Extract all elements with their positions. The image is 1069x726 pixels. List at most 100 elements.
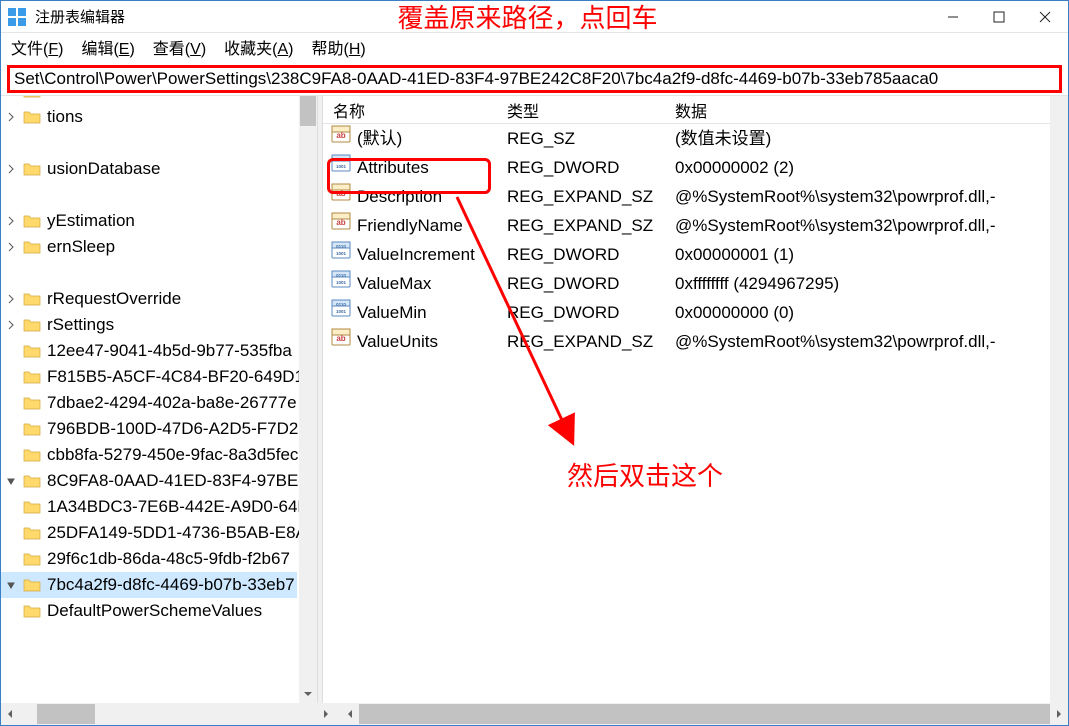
binary-value-icon: 01101001 xyxy=(331,298,351,327)
value-type: REG_EXPAND_SZ xyxy=(507,182,675,211)
value-row[interactable]: 01101001 ValueMax REG_DWORD0xffffffff (429… xyxy=(323,269,1068,298)
value-data: 0x00000001 (1) xyxy=(675,240,1068,269)
tree-item[interactable]: rSettings xyxy=(1,312,297,338)
value-data: @%SystemRoot%\system32\powrprof.dll,- xyxy=(675,211,1068,240)
binary-value-icon: 0110 1001 xyxy=(331,153,351,182)
tree-label: yEstimation xyxy=(47,208,135,234)
menu-favorites[interactable]: 收藏夹(A) xyxy=(224,35,293,59)
value-name: (默认) xyxy=(357,124,402,153)
tree-item[interactable]: rfaces xyxy=(1,96,297,104)
col-data[interactable]: 数据 xyxy=(675,98,1068,122)
value-type: REG_DWORD xyxy=(507,269,675,298)
annotation-top: 覆盖原来路径，点回车 xyxy=(125,0,930,35)
values-pane[interactable]: 名称 类型 数据 ab(默认)REG_SZ(数值未设置)01101001Attr… xyxy=(323,96,1068,703)
value-name: Description xyxy=(357,182,442,211)
tree-label: 7dbae2-4294-402a-ba8e-26777e xyxy=(47,390,297,416)
value-row[interactable]: abFriendlyName REG_EXPAND_SZ@%SystemRoot%… xyxy=(323,211,1068,240)
tree-item[interactable]: 29f6c1db-86da-48c5-9fdb-f2b67 xyxy=(1,546,297,572)
tree-label: rfaces xyxy=(47,96,93,104)
tree-label: 1A34BDC3-7E6B-442E-A9D0-64B xyxy=(47,494,309,520)
value-row[interactable]: 0110 1001 Attributes REG_DWORD0x00000002 (2… xyxy=(323,153,1068,182)
tree-item[interactable]: 7dbae2-4294-402a-ba8e-26777e xyxy=(1,390,297,416)
tree-label: 29f6c1db-86da-48c5-9fdb-f2b67 xyxy=(47,546,290,572)
value-row[interactable]: ab ValueUnits REG_EXPAND_SZ@%SystemRoot%\s… xyxy=(323,327,1068,356)
minimize-button[interactable] xyxy=(930,2,976,32)
maximize-button[interactable] xyxy=(976,2,1022,32)
scroll-down-icon[interactable] xyxy=(299,685,317,703)
menu-view[interactable]: 查看(V) xyxy=(153,35,206,59)
col-type[interactable]: 类型 xyxy=(507,98,675,122)
tree-item[interactable]: cbb8fa-5279-450e-9fac-8a3d5fec xyxy=(1,442,297,468)
scroll-left-icon-2[interactable] xyxy=(341,703,359,725)
tree-item[interactable]: usionDatabase xyxy=(1,156,297,182)
tree-item[interactable]: tions xyxy=(1,104,297,130)
svg-text:ab: ab xyxy=(336,334,345,343)
value-name: Attributes xyxy=(357,153,429,182)
value-data: (数值未设置) xyxy=(675,124,1068,153)
svg-text:1001: 1001 xyxy=(336,164,347,169)
svg-text:0110: 0110 xyxy=(336,244,346,249)
value-data: 0x00000000 (0) xyxy=(675,298,1068,327)
tree-label: rSettings xyxy=(47,312,114,338)
value-row[interactable]: ab(默认) REG_SZ(数值未设置) xyxy=(323,124,1068,153)
list-scrollbar[interactable] xyxy=(1050,96,1068,703)
value-row[interactable]: abDescriptionREG_EXPAND_SZ@%SystemRoot%\… xyxy=(323,182,1068,211)
value-type: REG_DWORD xyxy=(507,153,675,182)
value-data: @%SystemRoot%\system32\powrprof.dll,- xyxy=(675,327,1068,356)
value-name: ValueMax xyxy=(357,269,431,298)
col-name[interactable]: 名称 xyxy=(323,98,507,122)
value-type: REG_DWORD xyxy=(507,240,675,269)
tree-label: cbb8fa-5279-450e-9fac-8a3d5fec xyxy=(47,442,298,468)
value-name: FriendlyName xyxy=(357,211,463,240)
string-value-icon: ab xyxy=(331,211,351,240)
scroll-thumb[interactable] xyxy=(300,96,316,126)
tree-item[interactable]: ernSleep xyxy=(1,234,297,260)
tree-pane[interactable]: rfacestions usionDatabase yEstimationernSl… xyxy=(1,96,317,703)
value-type: REG_DWORD xyxy=(507,298,675,327)
tree-item[interactable]: rRequestOverride xyxy=(1,286,297,312)
tree-label: rRequestOverride xyxy=(47,286,181,312)
tree-label: 796BDB-100D-47D6-A2D5-F7D2D xyxy=(47,416,311,442)
value-type: REG_SZ xyxy=(507,124,675,153)
tree-item[interactable]: DefaultPowerSchemeValues xyxy=(1,598,297,624)
tree-item[interactable]: 796BDB-100D-47D6-A2D5-F7D2D xyxy=(1,416,297,442)
horizontal-scrollbars[interactable] xyxy=(1,703,1068,725)
value-name: ValueIncrement xyxy=(357,240,475,269)
menu-edit[interactable]: 编辑(E) xyxy=(81,35,134,59)
binary-value-icon: 01101001 xyxy=(331,269,351,298)
value-row[interactable]: 0110 1001 ValueIncrement REG_DWORD0x0000000… xyxy=(323,240,1068,269)
value-data: 0xffffffff (4294967295) xyxy=(675,269,1068,298)
value-name: ValueMin xyxy=(357,298,427,327)
value-row[interactable]: 01101001 ValueMin REG_DWORD0x00000000 (0) xyxy=(323,298,1068,327)
scroll-left-icon[interactable] xyxy=(1,703,19,725)
value-data: 0x00000002 (2) xyxy=(675,153,1068,182)
scroll-right-icon[interactable] xyxy=(317,703,335,725)
tree-item[interactable]: F815B5-A5CF-4C84-BF20-649D1F xyxy=(1,364,297,390)
value-type: REG_EXPAND_SZ xyxy=(507,327,675,356)
scroll-right-icon-2[interactable] xyxy=(1050,703,1068,725)
close-button[interactable] xyxy=(1022,2,1068,32)
binary-value-icon: 0110 1001 xyxy=(331,240,351,269)
regedit-icon xyxy=(7,7,27,27)
value-type: REG_EXPAND_SZ xyxy=(507,211,675,240)
address-bar[interactable]: Set\Control\Power\PowerSettings\238C9FA8… xyxy=(7,65,1062,93)
svg-text:0110: 0110 xyxy=(336,157,346,162)
tree-item[interactable]: 12ee47-9041-4b5d-9b77-535fba xyxy=(1,338,297,364)
tree-item[interactable]: 1A34BDC3-7E6B-442E-A9D0-64B xyxy=(1,494,297,520)
tree-label: 7bc4a2f9-d8fc-4469-b07b-33eb7 xyxy=(47,572,295,598)
tree-scrollbar[interactable] xyxy=(299,96,317,703)
menu-help[interactable]: 帮助(H) xyxy=(311,35,365,59)
tree-item[interactable]: 7bc4a2f9-d8fc-4469-b07b-33eb7 xyxy=(1,572,297,598)
svg-text:0110: 0110 xyxy=(336,302,346,307)
string-value-icon: ab xyxy=(331,124,351,153)
hscroll-thumb-right[interactable] xyxy=(359,704,1050,724)
tree-item[interactable]: 8C9FA8-0AAD-41ED-83F4-97BE2 xyxy=(1,468,297,494)
hscroll-thumb-left[interactable] xyxy=(37,704,95,724)
menu-file[interactable]: 文件(F) xyxy=(11,35,63,59)
string-value-icon: ab xyxy=(331,327,351,356)
svg-text:1001: 1001 xyxy=(336,251,347,256)
tree-item[interactable]: yEstimation xyxy=(1,208,297,234)
value-name: ValueUnits xyxy=(357,327,438,356)
tree-item[interactable]: 25DFA149-5DD1-4736-B5AB-E8A xyxy=(1,520,297,546)
column-header[interactable]: 名称 类型 数据 xyxy=(323,96,1068,124)
